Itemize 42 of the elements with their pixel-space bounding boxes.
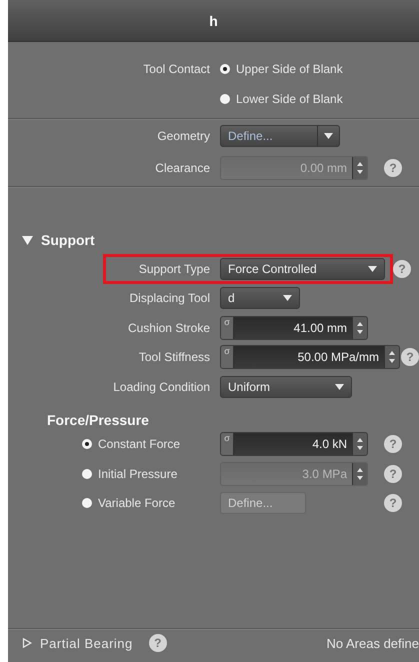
- status-text: No Areas define: [326, 636, 419, 650]
- spin-arrows-icon[interactable]: [352, 433, 367, 456]
- spin-arrows-icon[interactable]: [352, 316, 367, 339]
- caret-icon: [368, 266, 377, 272]
- radio-label[interactable]: Constant Force: [98, 437, 180, 452]
- radio-button[interactable]: [220, 94, 230, 104]
- number-field[interactable]: σ 50.00 MPa/mm: [220, 345, 400, 370]
- caret-icon: [335, 384, 344, 390]
- dropdown[interactable]: Uniform: [220, 376, 352, 398]
- help-button[interactable]: ?: [384, 435, 402, 454]
- help-button[interactable]: ?: [401, 348, 419, 366]
- caret-icon: [324, 133, 333, 139]
- field-label: Loading Condition: [113, 380, 211, 394]
- field-label: Geometry: [157, 129, 211, 143]
- expand-triangle-icon[interactable]: [22, 638, 32, 648]
- sigma-button[interactable]: σ: [221, 316, 234, 339]
- caret-icon: [283, 295, 292, 302]
- field-label: Support Type: [138, 262, 211, 276]
- number-field[interactable]: σ 41.00 mm: [220, 316, 368, 340]
- field-label: Clearance: [155, 161, 211, 175]
- dropdown[interactable]: Force Controlled: [220, 258, 385, 280]
- section-title[interactable]: Support: [41, 232, 95, 248]
- sigma-button[interactable]: σ: [221, 346, 234, 368]
- field-label: Tool Stiffness: [138, 350, 211, 364]
- dropdown[interactable]: d: [220, 287, 300, 310]
- radio-label[interactable]: Upper Side of Blank: [236, 62, 343, 76]
- help-button[interactable]: ?: [393, 260, 411, 278]
- radio-button[interactable]: [220, 64, 230, 74]
- subsection-title: Force/Pressure: [46, 410, 149, 430]
- collapse-triangle-icon[interactable]: [22, 236, 33, 244]
- field-label: Displacing Tool: [130, 291, 211, 306]
- number-field[interactable]: σ 4.0 kN: [220, 432, 368, 456]
- panel-title: h: [209, 12, 218, 28]
- help-button[interactable]: ?: [148, 634, 167, 652]
- split-button[interactable]: Define...: [220, 125, 340, 147]
- spin-arrows-icon[interactable]: [384, 346, 399, 368]
- radio-label[interactable]: Lower Side of Blank: [236, 92, 343, 106]
- field-label: Tool Contact: [143, 62, 211, 76]
- section-title[interactable]: Partial Bearing: [40, 636, 133, 650]
- sigma-button[interactable]: σ: [221, 433, 234, 456]
- radio-button[interactable]: [82, 439, 92, 450]
- field-label: Cushion Stroke: [128, 320, 211, 335]
